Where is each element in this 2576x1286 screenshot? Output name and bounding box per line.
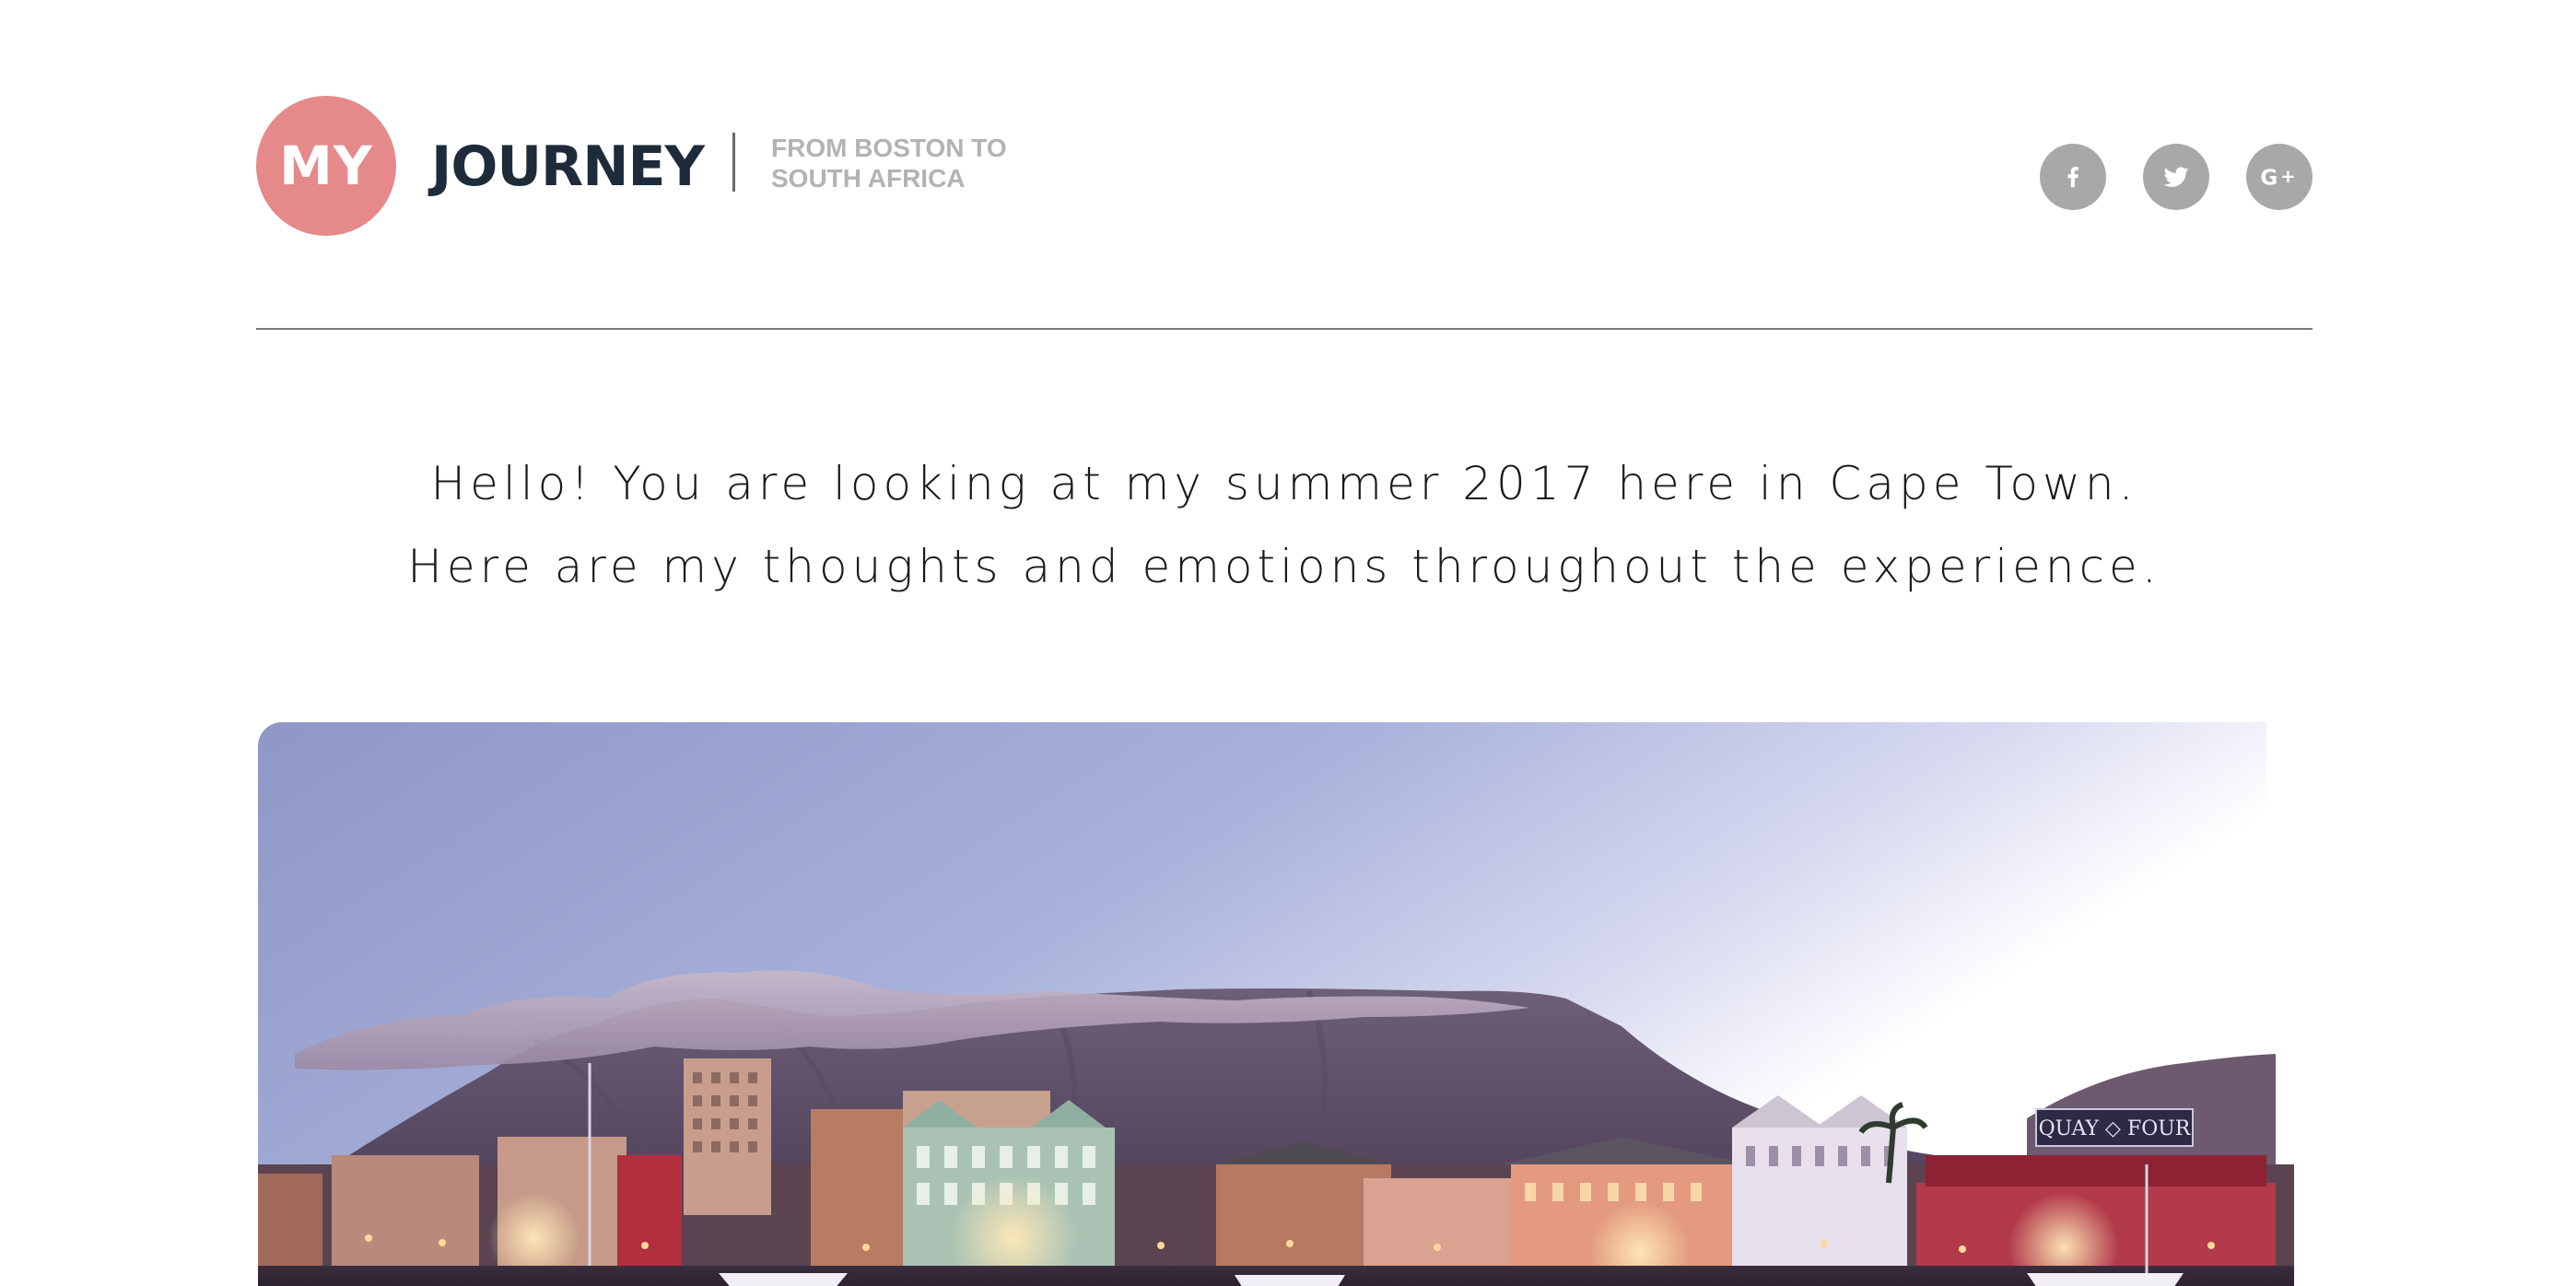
- hero-image: QUAY ◇ FOUR: [258, 722, 2294, 1286]
- logo-badge[interactable]: MY: [256, 96, 396, 236]
- facebook-icon: [2067, 167, 2078, 188]
- intro-text: Hello! You are looking at my summer 2017…: [256, 442, 2313, 608]
- twitter-icon: [2163, 167, 2189, 187]
- google-plus-icon: G +: [2260, 166, 2295, 191]
- social-links: G +: [2040, 144, 2313, 210]
- tagline-line-2: SOUTH AFRICA: [771, 164, 966, 193]
- svg-text:G: G: [2260, 166, 2277, 191]
- logo-divider: [732, 133, 735, 192]
- svg-text:+: +: [2280, 166, 2295, 187]
- page: MY JOURNEY FROM BOSTON TO SOUTH AFRICA G: [0, 0, 2576, 1286]
- tagline-line-1: FROM BOSTON TO: [771, 134, 1007, 162]
- quay-four-sign: QUAY ◇ FOUR: [2039, 1117, 2192, 1140]
- facebook-button[interactable]: [2040, 144, 2106, 210]
- cape-town-waterfront-photo: QUAY ◇ FOUR: [258, 722, 2294, 1286]
- logo-tagline: FROM BOSTON TO SOUTH AFRICA: [771, 133, 1007, 193]
- logo-title[interactable]: JOURNEY: [431, 134, 705, 199]
- intro-line-1: Hello! You are looking at my summer 2017…: [430, 457, 2138, 510]
- intro-line-2: Here are my thoughts and emotions throug…: [407, 540, 2161, 593]
- site-header: MY JOURNEY FROM BOSTON TO SOUTH AFRICA G: [256, 96, 2313, 236]
- google-plus-button[interactable]: G +: [2246, 144, 2313, 210]
- twitter-button[interactable]: [2143, 144, 2209, 210]
- header-divider: [256, 328, 2313, 330]
